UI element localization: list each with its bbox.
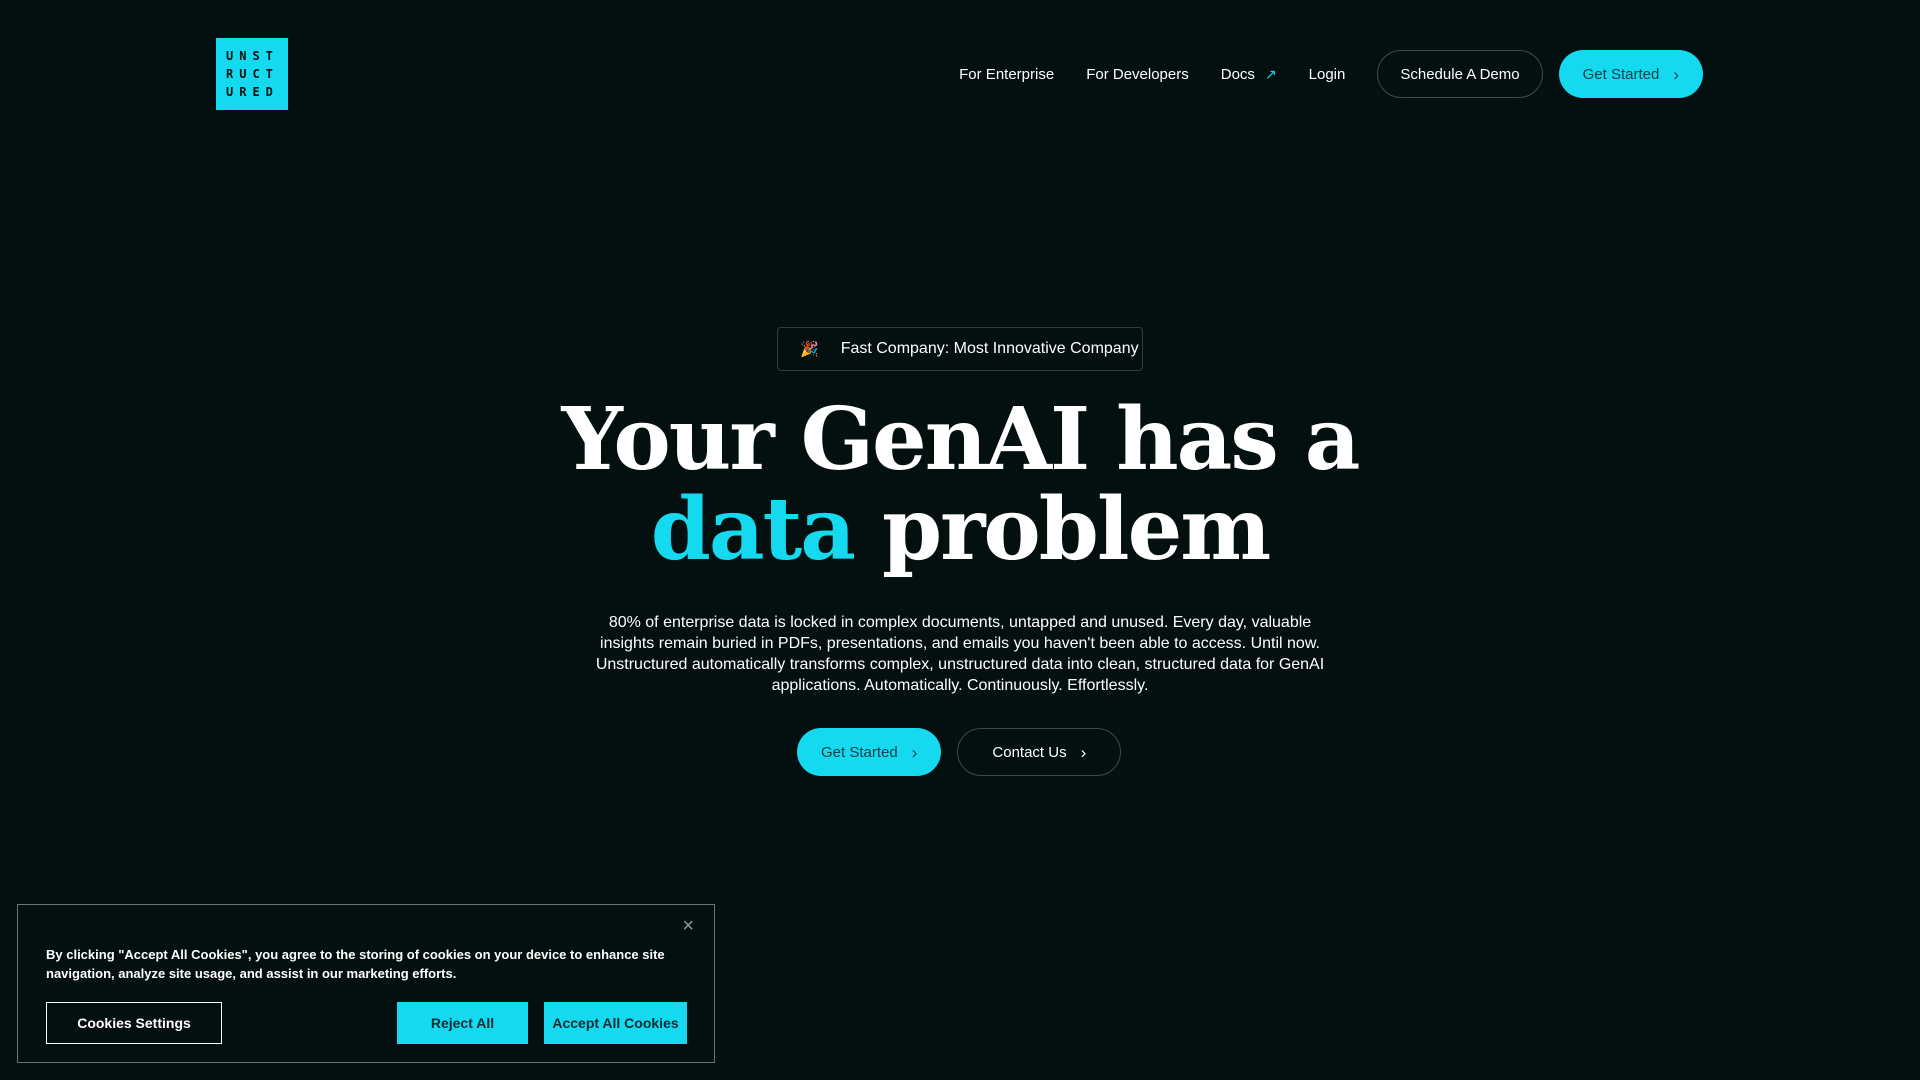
nav-for-developers[interactable]: For Developers [1086, 66, 1189, 83]
award-badge-text: Fast Company: Most Innovative Company [840, 340, 1139, 357]
nav-docs-label: Docs [1220, 65, 1255, 83]
logo-line-3: URED [226, 85, 279, 99]
award-badge[interactable]: 🎉 Fast Company: Most Innovative Company [777, 327, 1143, 371]
reject-all-button[interactable]: Reject All [397, 1002, 528, 1044]
cookie-banner: × By clicking "Accept All Cookies", you … [17, 904, 715, 1063]
party-popper-icon: 🎉 [800, 341, 819, 358]
headline-line-1: Your GenAI has a [561, 389, 1361, 490]
logo[interactable]: UNST RUCT URED [216, 38, 288, 110]
header-get-started-label: Get Started [1582, 65, 1660, 83]
header-get-started-button[interactable]: Get Started › [1558, 50, 1703, 98]
page: UNST RUCT URED For Enterprise For Develo… [0, 0, 1920, 1080]
chevron-right-icon: › [1673, 64, 1679, 84]
nav-docs[interactable]: Docs ↗ [1221, 66, 1277, 83]
cookies-settings-button[interactable]: Cookies Settings [46, 1002, 222, 1044]
chevron-right-icon: › [1080, 742, 1087, 762]
hero-description: 80% of enterprise data is locked in comp… [595, 614, 1325, 694]
hero-get-started-button[interactable]: Get Started › [797, 728, 942, 776]
nav-login[interactable]: Login [1309, 66, 1346, 83]
main-nav: For Enterprise For Developers Docs ↗ Log… [959, 50, 1703, 98]
schedule-demo-button[interactable]: Schedule A Demo [1377, 50, 1543, 98]
hero-cta-group: Get Started › Contact Us › [797, 728, 1122, 776]
accept-all-cookies-button[interactable]: Accept All Cookies [544, 1002, 687, 1044]
logo-line-2: RUCT [226, 67, 279, 81]
nav-for-enterprise[interactable]: For Enterprise [959, 66, 1054, 83]
contact-us-button[interactable]: Contact Us › [957, 728, 1122, 776]
contact-us-label: Contact Us [992, 743, 1067, 761]
hero-headline: Your GenAI has a data problem [460, 395, 1460, 575]
headline-rest: problem [854, 479, 1271, 580]
external-link-icon: ↗ [1264, 65, 1277, 82]
logo-line-1: UNST [226, 49, 279, 63]
cookie-consent-text: By clicking "Accept All Cookies", you ag… [46, 947, 665, 981]
chevron-right-icon: › [911, 742, 918, 762]
close-icon[interactable]: × [682, 915, 694, 938]
headline-accent: data [650, 479, 856, 580]
hero-get-started-label: Get Started [821, 743, 898, 761]
